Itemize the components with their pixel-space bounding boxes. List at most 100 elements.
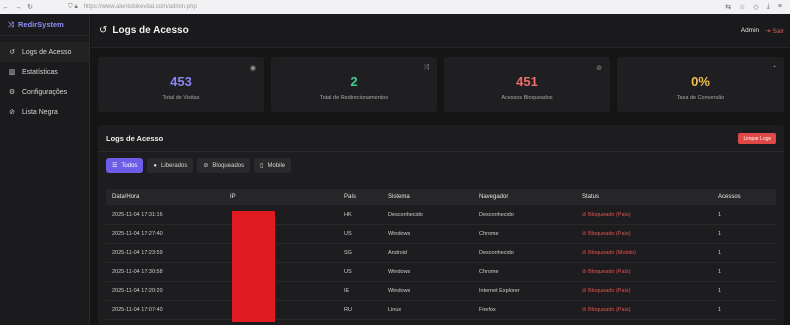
stat-label: Acessos Bloqueados — [501, 95, 553, 101]
brand[interactable]: ⤨ RedirSystem — [0, 14, 89, 36]
brand-name: RedirSystem — [18, 20, 64, 29]
shuffle-icon: ⤨ — [423, 64, 429, 71]
cell-date: 2025-11-04 17:23:59 — [112, 250, 163, 256]
stat-value: 453 — [170, 74, 192, 89]
forward-icon[interactable]: → — [12, 4, 24, 11]
table-row: 2025-11-04 17:27:40 US Windows Chrome ⊘ … — [106, 225, 776, 244]
table-row: 2025-11-04 17:30:58 US Windows Chrome ⊘ … — [106, 263, 776, 282]
stat-card-visits: ◉ 453 Total de Visitas — [98, 57, 264, 112]
logout-label: Sair — [772, 27, 784, 35]
cell-date: 2025-11-04 17:31:16 — [112, 212, 163, 218]
back-icon[interactable]: ← — [0, 4, 12, 11]
page-title: Logs de Acesso — [112, 25, 189, 36]
filter-allowed-button[interactable]: ● Liberados — [147, 158, 194, 173]
block-icon: ⊘ — [9, 109, 15, 116]
cell-country: SG — [344, 250, 352, 256]
download-icon[interactable]: ⤓ — [767, 3, 770, 11]
status-badge: ⊘ Bloqueado (País) — [582, 231, 631, 237]
page-header: ↺ Logs de Acesso Admin ⇥ Sair — [91, 14, 790, 48]
table-row: 2025-11-04 17:07:40 RU Linux Firefox ⊘ B… — [106, 301, 776, 320]
cell-browser: Internet Explorer — [479, 288, 520, 294]
eye-icon: ◉ — [249, 65, 256, 72]
cell-browser: Desconhecido — [479, 250, 514, 256]
status-text: Bloqueado (País) — [588, 288, 631, 294]
cell-date: 2025-11-04 17:20:20 — [112, 288, 163, 294]
pocket-icon[interactable]: ◇ — [753, 3, 758, 11]
column-header: Data/Hora — [112, 194, 140, 200]
reload-icon[interactable]: ↻ — [24, 3, 36, 11]
filter-label: Mobile — [267, 162, 286, 169]
stat-label: Taxa de Conversão — [676, 95, 725, 101]
cell-date: 2025-11-04 17:30:58 — [112, 269, 163, 275]
shuffle-icon: ⤨ — [8, 19, 14, 29]
ip-redaction — [232, 211, 275, 322]
stat-value: 451 — [516, 74, 538, 89]
status-badge: ⊘ Bloqueado (País) — [582, 269, 631, 275]
filter-label: Liberados — [161, 162, 188, 169]
history-icon: ↺ — [99, 25, 108, 36]
bookmark-star-icon[interactable]: ☆ — [739, 3, 745, 11]
clear-logs-button[interactable]: Limpar Logs — [738, 133, 776, 144]
cell-browser: Chrome — [479, 269, 499, 275]
filter-all-button[interactable]: ☰ Todos — [106, 158, 144, 173]
stat-card-blocked: ⊘ 451 Acessos Bloqueados — [444, 57, 610, 112]
stat-card-conversion: ◔ 0% Taxa de Conversão — [617, 57, 784, 112]
sidebar-item-label: Logs de Acesso — [22, 48, 72, 56]
cell-system: Desconhecido — [388, 212, 423, 218]
stat-label: Total de Redirecionamentos — [319, 95, 389, 101]
sidebar-item-blacklist[interactable]: ⊘ Lista Negra — [0, 102, 89, 122]
column-header: Navegador — [479, 194, 509, 200]
sidebar-item-logs[interactable]: ↺ Logs de Acesso — [0, 42, 89, 62]
address-bar[interactable]: ⛉ 🔒︎ https://www.alentobikevital.com/adm… — [68, 2, 628, 12]
status-text: Bloqueado (País) — [588, 231, 631, 237]
table-row: 2025-11-04 17:20:20 IE Windows Internet … — [106, 282, 776, 301]
filter-group: ☰ Todos ● Liberados ⊘ Bloqueados ▯ Mobil… — [106, 158, 292, 173]
cell-count: 1 — [718, 307, 722, 313]
cell-date: 2025-11-04 17:27:40 — [112, 231, 163, 237]
stat-card-redirects: ⤨ 2 Total de Redirecionamentos — [271, 57, 437, 112]
sidebar-item-label: Configurações — [22, 88, 68, 96]
filter-mobile-button[interactable]: ▯ Mobile — [254, 158, 292, 173]
sidebar-item-label: Estatísticas — [22, 68, 58, 76]
status-badge: ⊘ Bloqueado (País) — [582, 288, 631, 294]
lock-icon: 🔒︎ — [74, 3, 78, 10]
cell-count: 1 — [718, 250, 722, 256]
sidebar-item-statistics[interactable]: ▥ Estatísticas — [0, 62, 89, 82]
cell-count: 1 — [718, 231, 722, 237]
divider — [98, 151, 784, 152]
filter-label: Todos — [121, 162, 138, 169]
cell-date: 2025-11-04 17:07:40 — [112, 307, 163, 313]
check-circle-icon: ● — [153, 162, 158, 169]
ban-icon: ⊘ — [596, 65, 602, 72]
logout-button[interactable]: ⇥ Sair — [765, 27, 784, 35]
sidebar: ⤨ RedirSystem ↺ Logs de Acesso ▥ Estatís… — [0, 14, 90, 325]
menu-icon[interactable]: ≡ — [778, 3, 782, 11]
sidebar-item-settings[interactable]: ⚙ Configurações — [0, 82, 89, 102]
status-text: Bloqueado (País) — [588, 212, 631, 218]
cell-count: 1 — [718, 212, 722, 218]
bar-chart-icon: ▥ — [8, 69, 16, 76]
status-badge: ⊘ Bloqueado (País) — [582, 212, 631, 218]
mobile-icon: ▯ — [260, 163, 264, 169]
history-icon: ↺ — [9, 49, 15, 56]
cell-system: Windows — [388, 231, 411, 237]
cell-system: Linux — [388, 307, 402, 313]
translate-icon[interactable]: ⇆ — [725, 3, 731, 11]
cell-system: Windows — [388, 269, 411, 275]
logs-panel: Logs de Acesso Limpar Logs ☰ Todos ● Lib… — [98, 125, 784, 325]
gear-icon: ⚙ — [8, 89, 16, 96]
column-header: Status — [582, 194, 600, 200]
status-badge: ⊘ Bloqueado (Mobile) — [582, 250, 636, 256]
browser-toolbar: ← → ↻ ⛉ 🔒︎ https://www.alentobikevital.c… — [0, 0, 790, 14]
list-icon: ☰ — [112, 163, 118, 169]
pie-chart-icon: ◔ — [771, 64, 776, 71]
column-header: Acessos — [718, 194, 741, 200]
sidebar-item-label: Lista Negra — [22, 108, 58, 116]
cell-country: US — [344, 231, 352, 237]
url-text: https://www.alentobikevital.com/admin.ph… — [83, 4, 197, 10]
column-header: IP — [230, 194, 236, 200]
filter-label: Bloqueados — [212, 162, 245, 169]
filter-blocked-button[interactable]: ⊘ Bloqueados — [197, 158, 251, 173]
stat-value: 0% — [691, 74, 710, 89]
status-text: Bloqueado (Mobile) — [588, 250, 636, 256]
